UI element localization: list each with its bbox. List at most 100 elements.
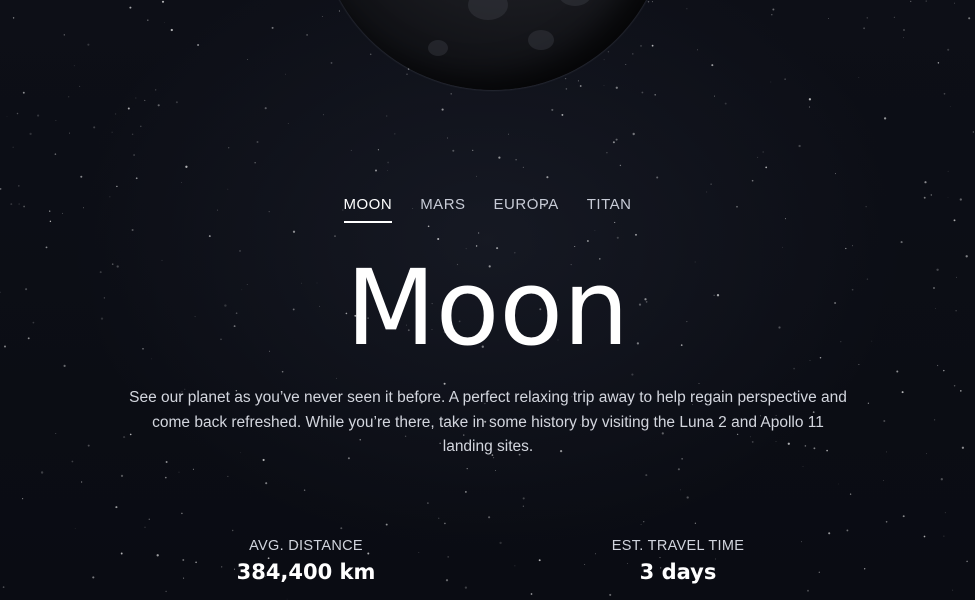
- star: [619, 164, 622, 167]
- star: [953, 385, 956, 387]
- star: [925, 0, 927, 2]
- star: [281, 370, 284, 373]
- star: [161, 0, 165, 3]
- stat-travel-time: EST. TRAVEL TIME 3 days: [548, 538, 808, 584]
- star: [807, 589, 809, 592]
- star: [228, 147, 230, 149]
- star: [706, 191, 708, 193]
- star: [12, 17, 15, 19]
- star: [656, 176, 659, 179]
- star: [698, 382, 700, 385]
- star: [863, 27, 865, 30]
- star: [140, 125, 142, 128]
- star: [686, 496, 689, 499]
- star: [29, 132, 32, 136]
- star: [120, 552, 123, 555]
- star: [902, 515, 905, 518]
- star: [477, 232, 480, 234]
- star: [165, 590, 167, 593]
- star: [231, 529, 234, 532]
- star: [17, 185, 20, 187]
- star: [594, 230, 596, 231]
- star: [164, 476, 167, 479]
- star: [37, 114, 40, 117]
- star: [387, 161, 389, 164]
- star: [452, 149, 455, 152]
- star: [306, 33, 309, 36]
- star: [330, 61, 333, 64]
- star: [577, 80, 579, 82]
- star: [677, 468, 680, 471]
- star: [947, 48, 950, 51]
- star: [285, 73, 287, 75]
- star: [515, 159, 517, 161]
- star: [338, 10, 340, 12]
- star: [757, 156, 759, 158]
- stat-distance-value: 384,400 km: [236, 560, 376, 584]
- star: [369, 53, 372, 56]
- star: [522, 505, 524, 507]
- star: [961, 446, 965, 449]
- star: [943, 369, 945, 372]
- star: [115, 506, 118, 509]
- star: [350, 149, 352, 151]
- star: [427, 225, 430, 228]
- star: [80, 175, 83, 178]
- star: [254, 162, 256, 164]
- star: [68, 96, 70, 98]
- star: [465, 491, 467, 493]
- star: [952, 589, 954, 591]
- star: [247, 59, 249, 60]
- star: [784, 78, 786, 80]
- tab-europa[interactable]: EUROPA: [494, 196, 559, 223]
- star: [22, 498, 24, 500]
- star: [514, 565, 516, 567]
- star: [793, 367, 795, 370]
- star: [751, 179, 754, 182]
- tab-titan[interactable]: TITAN: [587, 196, 632, 223]
- star: [616, 236, 619, 239]
- star: [849, 493, 852, 495]
- star: [640, 523, 642, 525]
- star: [292, 230, 296, 233]
- star: [818, 571, 820, 573]
- star: [866, 17, 868, 19]
- star: [522, 497, 525, 500]
- star: [943, 92, 946, 95]
- star: [111, 131, 113, 133]
- star: [374, 169, 378, 172]
- star: [227, 475, 229, 477]
- star: [127, 107, 130, 110]
- star: [466, 467, 468, 470]
- star: [710, 183, 712, 185]
- star: [651, 44, 654, 47]
- star: [22, 91, 25, 94]
- star: [640, 45, 642, 47]
- star: [959, 390, 962, 392]
- star: [645, 474, 648, 477]
- star: [93, 126, 96, 129]
- star: [441, 108, 444, 111]
- star: [321, 16, 323, 17]
- star: [6, 115, 8, 117]
- star: [386, 115, 388, 117]
- star: [185, 165, 188, 168]
- star: [157, 104, 160, 107]
- star: [864, 568, 866, 570]
- star: [340, 527, 343, 530]
- star: [828, 18, 829, 20]
- star: [336, 377, 337, 379]
- star: [155, 89, 157, 91]
- star: [12, 146, 14, 148]
- star: [71, 460, 74, 463]
- tab-moon[interactable]: MOON: [343, 196, 393, 223]
- tab-mars[interactable]: MARS: [420, 196, 465, 223]
- star: [447, 556, 450, 558]
- star: [802, 466, 804, 467]
- star: [966, 560, 968, 563]
- star: [197, 43, 200, 47]
- destination-title: Moon: [346, 247, 629, 369]
- star: [135, 97, 137, 99]
- star: [651, 1, 653, 3]
- star: [837, 483, 839, 485]
